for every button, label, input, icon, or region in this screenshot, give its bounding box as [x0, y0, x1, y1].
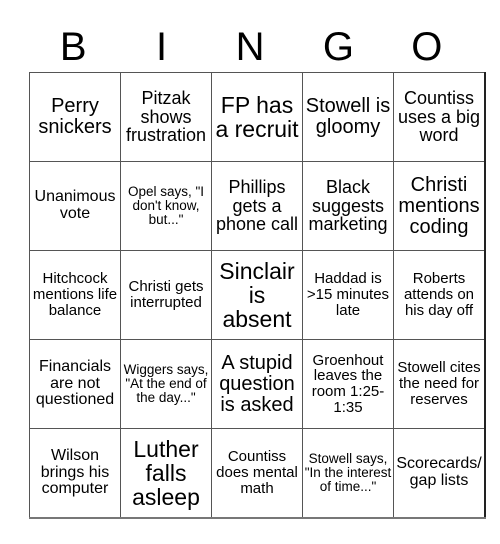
bingo-cell[interactable]: Financials are not questioned: [29, 339, 121, 429]
bingo-header: B I N G O: [29, 22, 471, 72]
header-letter-o: O: [411, 25, 443, 69]
bingo-cell[interactable]: Perry snickers: [29, 72, 121, 162]
board-row: Perry snickers Pitzak shows frustration …: [29, 72, 486, 162]
bingo-cell[interactable]: FP has a recruit: [211, 72, 303, 162]
header-letter-n: N: [235, 25, 265, 69]
header-letter-i: I: [156, 25, 168, 69]
bingo-cell[interactable]: Christi gets interrupted: [120, 250, 212, 340]
bingo-cell[interactable]: Stowell says, "In the interest of time..…: [302, 428, 394, 519]
board-row: Financials are not questioned Wiggers sa…: [29, 339, 486, 429]
bingo-cell[interactable]: Countiss uses a big word: [393, 72, 486, 162]
bingo-cell[interactable]: Haddad is >15 minutes late: [302, 250, 394, 340]
bingo-board: Perry snickers Pitzak shows frustration …: [29, 72, 486, 519]
bingo-cell[interactable]: Scorecards/ gap lists: [393, 428, 486, 519]
bingo-cell[interactable]: Black suggests marketing: [302, 161, 394, 251]
bingo-cell[interactable]: Sinclair is absent: [211, 250, 303, 340]
bingo-cell[interactable]: A stupid question is asked: [211, 339, 303, 429]
board-row: Hitchcock mentions life balance Christi …: [29, 250, 486, 340]
bingo-cell[interactable]: Wilson brings his computer: [29, 428, 121, 519]
bingo-cell[interactable]: Pitzak shows frustration: [120, 72, 212, 162]
header-letter-g: G: [322, 25, 354, 69]
header-letter-b: B: [59, 25, 87, 69]
board-row: Wilson brings his computer Luther falls …: [29, 428, 486, 519]
bingo-cell[interactable]: Roberts attends on his day off: [393, 250, 486, 340]
bingo-cell[interactable]: Luther falls asleep: [120, 428, 212, 519]
bingo-cell[interactable]: Opel says, "I don't know, but...": [120, 161, 212, 251]
bingo-cell[interactable]: Phillips gets a phone call: [211, 161, 303, 251]
bingo-cell[interactable]: Stowell cites the need for reserves: [393, 339, 486, 429]
bingo-cell[interactable]: Christi mentions coding: [393, 161, 486, 251]
bingo-cell[interactable]: Stowell is gloomy: [302, 72, 394, 162]
bingo-cell[interactable]: Unanimous vote: [29, 161, 121, 251]
bingo-cell[interactable]: Hitchcock mentions life balance: [29, 250, 121, 340]
bingo-cell[interactable]: Groenhout leaves the room 1:25-1:35: [302, 339, 394, 429]
bingo-cell[interactable]: Countiss does mental math: [211, 428, 303, 519]
bingo-cell[interactable]: Wiggers says, "At the end of the day...": [120, 339, 212, 429]
board-row: Unanimous vote Opel says, "I don't know,…: [29, 161, 486, 251]
